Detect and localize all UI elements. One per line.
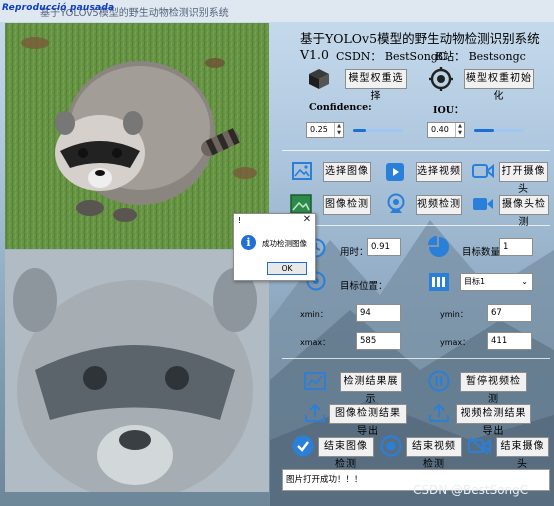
xmax-label: xmax： xyxy=(300,338,331,347)
video-camera-icon xyxy=(473,198,493,210)
camera-detect-button[interactable]: 摄像头检测 xyxy=(499,195,549,228)
watermark: CSDN @BestSongC xyxy=(413,483,529,497)
iou-slider-fill xyxy=(474,129,494,132)
confidence-slider-fill xyxy=(353,129,366,132)
message-dialog: ! ✕ i 成功检测图像 OK xyxy=(233,213,316,281)
select-video-button[interactable]: 选择视频 xyxy=(416,162,462,182)
iou-slider[interactable] xyxy=(474,129,524,132)
check-circle-icon xyxy=(292,435,314,457)
ymin-field: 67 xyxy=(487,304,532,322)
pie-chart-icon xyxy=(428,236,449,257)
image-icon xyxy=(292,162,312,180)
xmin-field: 94 xyxy=(356,304,401,322)
detection-result-image xyxy=(5,23,269,249)
show-results-button[interactable]: 检测结果展示 xyxy=(340,372,402,405)
stop-icon xyxy=(380,435,402,457)
video-detect-button[interactable]: 视频检测 xyxy=(416,195,462,215)
separator xyxy=(282,150,550,151)
chevron-down-icon: ⌄ xyxy=(521,277,528,286)
open-camera-button[interactable]: 打开摄像头 xyxy=(499,162,548,195)
confidence-slider[interactable] xyxy=(353,129,403,132)
ok-button[interactable]: OK xyxy=(267,262,307,275)
export-image-button[interactable]: 图像检测结果导出 xyxy=(329,404,407,437)
csdn-label: CSDN： BestSongC xyxy=(336,50,447,63)
count-field: 1 xyxy=(499,238,533,256)
end-video-detect-button[interactable]: 结束视频检测 xyxy=(406,437,462,470)
iou-value: 0.40 xyxy=(431,125,449,134)
select-weights-button[interactable]: 模型权重选择 xyxy=(345,69,407,102)
separator xyxy=(282,358,550,359)
confidence-spinbox[interactable]: 0.25 ▲ ▼ xyxy=(306,122,344,138)
image-detect-icon xyxy=(290,194,312,214)
export-video-button[interactable]: 视频检测结果导出 xyxy=(456,404,531,437)
upload-icon xyxy=(429,403,449,422)
line-chart-icon xyxy=(304,372,326,390)
video-play-icon xyxy=(386,163,404,181)
info-icon: i xyxy=(241,235,256,250)
xmax-field: 585 xyxy=(356,332,401,350)
spin-arrows-icon[interactable]: ▲ ▼ xyxy=(334,123,343,137)
iou-label: IOU： xyxy=(433,105,464,116)
cube-icon xyxy=(309,69,329,89)
end-image-detect-button[interactable]: 结束图像检测 xyxy=(318,437,374,470)
recording-label: Reproducció pausada xyxy=(2,3,115,13)
close-icon[interactable]: ✕ xyxy=(301,214,313,225)
position-label: 目标位置： xyxy=(340,281,388,292)
camera-off-icon xyxy=(468,437,491,455)
ymax-field: 411 xyxy=(487,332,532,350)
time-field: 0.91 xyxy=(367,238,401,256)
select-image-button[interactable]: 选择图像 xyxy=(323,162,371,182)
upload-icon xyxy=(305,403,325,422)
iou-spinbox[interactable]: 0.40 ▲ ▼ xyxy=(427,122,465,138)
ymax-label: ymax： xyxy=(440,338,471,347)
target-select-value: 目标1 xyxy=(464,277,486,286)
confidence-label: Confidence: xyxy=(309,102,372,113)
pause-icon xyxy=(428,370,450,392)
list-icon xyxy=(429,273,449,291)
confidence-value: 0.25 xyxy=(310,125,328,134)
window-titlebar: 基于YOLOv5模型的野生动物检测识别系统 Reproducció pausad… xyxy=(0,0,554,22)
pause-video-button[interactable]: 暂停视频检测 xyxy=(460,372,527,405)
xmin-label: xmin： xyxy=(300,310,328,319)
time-label: 用时： xyxy=(340,247,369,258)
bilibili-label: B站： Bestsongc xyxy=(435,50,526,63)
ymin-label: ymin： xyxy=(440,310,468,319)
settings-icon xyxy=(429,67,453,91)
init-weights-button[interactable]: 模型权重初始化 xyxy=(464,69,534,102)
target-select[interactable]: 目标1 ⌄ xyxy=(460,273,533,291)
webcam-icon xyxy=(387,193,405,213)
separator xyxy=(282,225,550,226)
spin-arrows-icon[interactable]: ▲ ▼ xyxy=(455,123,464,137)
end-camera-button[interactable]: 结束摄像头 xyxy=(496,437,549,470)
camera-icon xyxy=(472,163,494,179)
image-detect-button[interactable]: 图像检测 xyxy=(323,195,371,215)
dialog-message: 成功检测图像 xyxy=(262,239,307,248)
dialog-title: ! xyxy=(238,216,242,225)
source-image xyxy=(5,250,269,492)
